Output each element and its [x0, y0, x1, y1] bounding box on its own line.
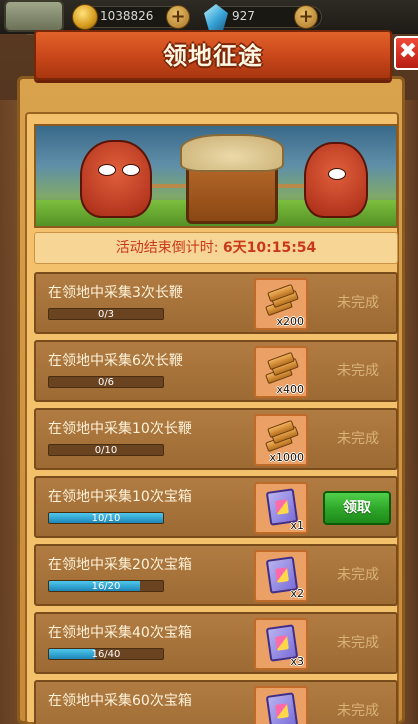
right-monster-illustration — [304, 142, 368, 218]
wood-icon — [265, 351, 299, 385]
reward-slot[interactable]: x3 — [254, 618, 308, 670]
task-progress-text: 0/6 — [97, 377, 115, 388]
task-row: 在领地中采集60次宝箱未完成 — [34, 680, 398, 724]
reward-slot[interactable] — [254, 686, 308, 724]
player-avatar[interactable] — [4, 0, 64, 32]
task-row: 在领地中采集6次长鞭 0/6 x400 未完成 — [34, 340, 398, 402]
reward-slot[interactable]: x400 — [254, 346, 308, 398]
task-progress-bar: 0/10 — [48, 444, 164, 456]
task-progress-text: 0/10 — [94, 445, 118, 456]
task-progress-text: 10/10 — [91, 513, 121, 524]
countdown-value: 6天10:15:54 — [222, 240, 317, 256]
task-row: 在领地中采集10次宝箱 10/10 x1 领取 — [34, 476, 398, 538]
task-title: 在领地中采集3次长鞭 — [48, 285, 183, 301]
task-progress-bar: 0/3 — [48, 308, 164, 320]
left-monster-illustration — [80, 140, 152, 218]
add-coins-button[interactable]: + — [166, 5, 190, 29]
chest-lid-illustration — [180, 134, 284, 172]
countdown-label: 活动结束倒计时: — [115, 240, 219, 256]
add-gems-button[interactable]: + — [294, 5, 318, 29]
reward-slot[interactable]: x200 — [254, 278, 308, 330]
monster-eye — [328, 168, 346, 180]
task-title: 在领地中采集10次宝箱 — [48, 489, 192, 505]
coin-icon — [72, 4, 98, 30]
task-row: 在领地中采集10次长鞭 0/10 x1000 未完成 — [34, 408, 398, 470]
task-progress-text: 16/40 — [91, 649, 121, 660]
task-row: 在领地中采集40次宝箱 16/40 x3 未完成 — [34, 612, 398, 674]
monster-eye — [98, 164, 116, 176]
gem-count: 927 — [232, 9, 255, 23]
task-status: 未完成 — [337, 703, 379, 719]
task-status: 未完成 — [337, 295, 379, 311]
task-row: 在领地中采集3次长鞭 0/3 x200 未完成 — [34, 272, 398, 334]
reward-slot[interactable]: x1 — [254, 482, 308, 534]
event-banner-art — [34, 124, 398, 228]
reward-count: x3 — [290, 655, 304, 668]
claim-button[interactable]: 领取 — [323, 491, 391, 525]
task-title: 在领地中采集10次长鞭 — [48, 421, 192, 437]
task-progress-text: 0/3 — [97, 309, 115, 320]
reward-count: x1000 — [269, 451, 304, 464]
wood-icon — [265, 283, 299, 317]
task-title: 在领地中采集20次宝箱 — [48, 557, 192, 573]
wood-icon — [265, 419, 299, 453]
reward-count: x2 — [290, 587, 304, 600]
task-row: 在领地中采集20次宝箱 16/20 x2 未完成 — [34, 544, 398, 606]
resource-bar: 1038826 + 927 + — [0, 0, 418, 34]
task-progress-text: 16/20 — [91, 581, 121, 592]
task-progress-bar: 0/6 — [48, 376, 164, 388]
reward-count: x400 — [276, 383, 304, 396]
task-status: 未完成 — [337, 431, 379, 447]
reward-count: x1 — [290, 519, 304, 532]
close-button[interactable]: ✖ — [394, 36, 418, 70]
task-title: 在领地中采集60次宝箱 — [48, 693, 192, 709]
task-progress-bar: 10/10 — [48, 512, 164, 524]
countdown-text: 活动结束倒计时: 6天10:15:54 — [34, 232, 398, 264]
reward-count: x200 — [276, 315, 304, 328]
coin-count: 1038826 — [100, 9, 154, 23]
dialog-title: 领地征途 — [163, 42, 263, 70]
task-title: 在领地中采集6次长鞭 — [48, 353, 183, 369]
reward-slot[interactable]: x2 — [254, 550, 308, 602]
task-status: 未完成 — [337, 567, 379, 583]
task-title: 在领地中采集40次宝箱 — [48, 625, 192, 641]
task-status: 未完成 — [337, 635, 379, 651]
task-status: 未完成 — [337, 363, 379, 379]
reward-slot[interactable]: x1000 — [254, 414, 308, 466]
skill-book-icon — [265, 692, 299, 724]
task-progress-bar: 16/40 — [48, 648, 164, 660]
task-progress-bar: 16/20 — [48, 580, 164, 592]
monster-eye — [122, 164, 140, 176]
